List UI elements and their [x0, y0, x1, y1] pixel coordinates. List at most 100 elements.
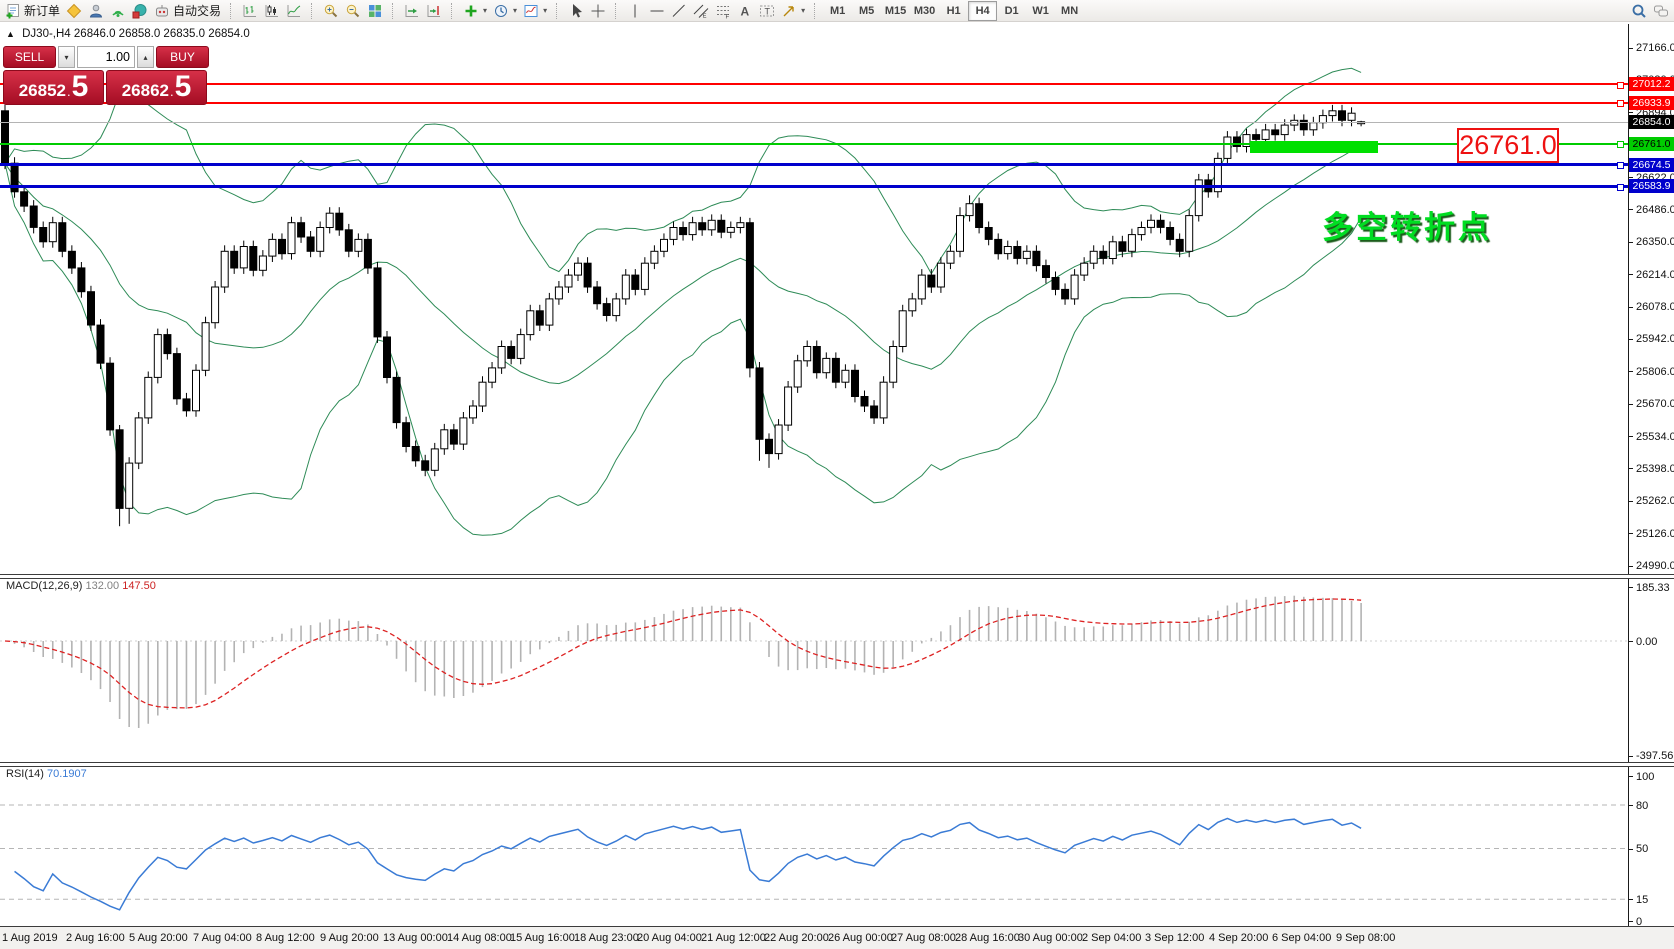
autotrading-button[interactable]: 自动交易: [151, 1, 224, 21]
pivot-line-anchor[interactable]: [1617, 141, 1624, 148]
zoom-in-button[interactable]: [320, 1, 342, 21]
bull-candle: [727, 228, 734, 233]
bear-candle: [976, 204, 983, 228]
resistance-line-1[interactable]: [0, 83, 1628, 85]
bull-candle: [555, 287, 562, 299]
price-label-27012.2: 27012.2: [1629, 77, 1674, 91]
bear-candle: [1339, 111, 1346, 121]
buy-price-dec: 5: [175, 72, 192, 102]
equidistant-channel-icon: E: [693, 3, 709, 19]
bear-candle: [1062, 289, 1069, 299]
price-tick-label: 27166.0: [1636, 42, 1674, 54]
rsi-pane[interactable]: [0, 766, 1628, 925]
arrow-shape-icon: [781, 3, 797, 19]
support-line-2-anchor[interactable]: [1617, 184, 1624, 191]
toolbar-separator: [392, 3, 397, 19]
main-price-chart[interactable]: [0, 24, 1628, 570]
bull-candle: [259, 256, 266, 270]
tab-h1[interactable]: H1: [939, 1, 968, 21]
bull-candle: [212, 287, 219, 323]
resistance-line-2-anchor[interactable]: [1617, 100, 1624, 107]
arrows-button[interactable]: ▾: [778, 1, 808, 21]
text-button[interactable]: A: [734, 1, 756, 21]
highlight-bar[interactable]: [1250, 141, 1378, 153]
pivot-line[interactable]: [0, 143, 1628, 145]
rsi-pane-divider[interactable]: [0, 762, 1674, 767]
bear-candle: [1052, 278, 1059, 290]
fibonacci-button[interactable]: F: [712, 1, 734, 21]
chat-button[interactable]: [1650, 1, 1672, 21]
time-label: 7 Aug 04:00: [193, 932, 252, 944]
tile-windows-button[interactable]: [364, 1, 386, 21]
price-callout-box[interactable]: 26761.0: [1457, 128, 1559, 163]
bull-candle: [890, 347, 897, 383]
cursor-button[interactable]: [565, 1, 587, 21]
support-line-1-anchor[interactable]: [1617, 162, 1624, 169]
bar-chart-button[interactable]: [239, 1, 261, 21]
tab-w1[interactable]: W1: [1026, 1, 1055, 21]
macd-pane-divider[interactable]: [0, 574, 1674, 579]
volume-input[interactable]: [77, 46, 135, 68]
candlestick-chart-button[interactable]: [261, 1, 283, 21]
macd-pane[interactable]: [0, 579, 1628, 762]
auto-scroll-button[interactable]: [401, 1, 423, 21]
resistance-line-1-anchor[interactable]: [1617, 82, 1624, 89]
crosshair-button[interactable]: [587, 1, 609, 21]
templates-button[interactable]: ▾: [520, 1, 550, 21]
bear-candle: [852, 370, 859, 396]
volume-decrease-button[interactable]: ▾: [58, 46, 75, 68]
bear-candle: [173, 354, 180, 399]
search-button[interactable]: [1628, 1, 1650, 21]
tab-m1[interactable]: M1: [823, 1, 852, 21]
price-label-26933.9: 26933.9: [1629, 96, 1674, 110]
volume-increase-button[interactable]: ▴: [137, 46, 154, 68]
bull-candle: [1186, 216, 1193, 252]
horizontal-line-button[interactable]: [646, 1, 668, 21]
vertical-line-button[interactable]: [624, 1, 646, 21]
toolbar-separator: [230, 3, 235, 19]
buy-price-display[interactable]: 26862 . 5: [106, 70, 207, 105]
support-line-2[interactable]: [0, 185, 1628, 188]
bear-candle: [59, 223, 66, 252]
tab-m5[interactable]: M5: [852, 1, 881, 21]
trendline-button[interactable]: [668, 1, 690, 21]
bull-candle: [937, 263, 944, 287]
bull-candle: [1138, 228, 1145, 235]
bear-candle: [632, 275, 639, 289]
tab-m30[interactable]: M30: [910, 1, 939, 21]
indicators-button[interactable]: ▾: [460, 1, 490, 21]
timeframes-menu-button[interactable]: ▾: [490, 1, 520, 21]
tab-m15[interactable]: M15: [881, 1, 910, 21]
bear-candle: [1157, 220, 1164, 227]
price-label-26761.0: 26761.0: [1629, 137, 1674, 151]
time-label: 6 Sep 04:00: [1272, 932, 1331, 944]
pivot-annotation-text[interactable]: 多空转折点: [1322, 202, 1492, 247]
text-label-button[interactable]: T: [756, 1, 778, 21]
sell-price-display[interactable]: 26852 . 5: [3, 70, 104, 105]
time-label: 2 Aug 16:00: [66, 932, 125, 944]
chart-shift-button[interactable]: [423, 1, 445, 21]
signals-button[interactable]: [107, 1, 129, 21]
new-order-button[interactable]: 新订单: [2, 1, 63, 21]
sell-price-dec: 5: [72, 72, 89, 102]
tab-h4[interactable]: H4: [968, 1, 997, 21]
tab-mn[interactable]: MN: [1055, 1, 1084, 21]
zoom-out-button[interactable]: [342, 1, 364, 21]
buy-button[interactable]: BUY: [156, 46, 209, 68]
macd-tick-label: -397.56: [1636, 750, 1673, 762]
bear-candle: [1119, 242, 1126, 252]
bear-candle: [861, 397, 868, 407]
templates-icon: [523, 3, 539, 19]
support-line-1[interactable]: [0, 163, 1628, 166]
resistance-line-2[interactable]: [0, 102, 1628, 104]
equidistant-channel-button[interactable]: E: [690, 1, 712, 21]
line-chart-button[interactable]: [283, 1, 305, 21]
bull-candle: [498, 347, 505, 368]
market-button[interactable]: [129, 1, 151, 21]
collapse-panel-icon[interactable]: ▲: [6, 29, 15, 39]
tab-d1[interactable]: D1: [997, 1, 1026, 21]
sell-price-int: 26852: [19, 81, 66, 101]
data-window-button[interactable]: [85, 1, 107, 21]
sell-button[interactable]: SELL: [3, 46, 56, 68]
market-watch-button[interactable]: [63, 1, 85, 21]
